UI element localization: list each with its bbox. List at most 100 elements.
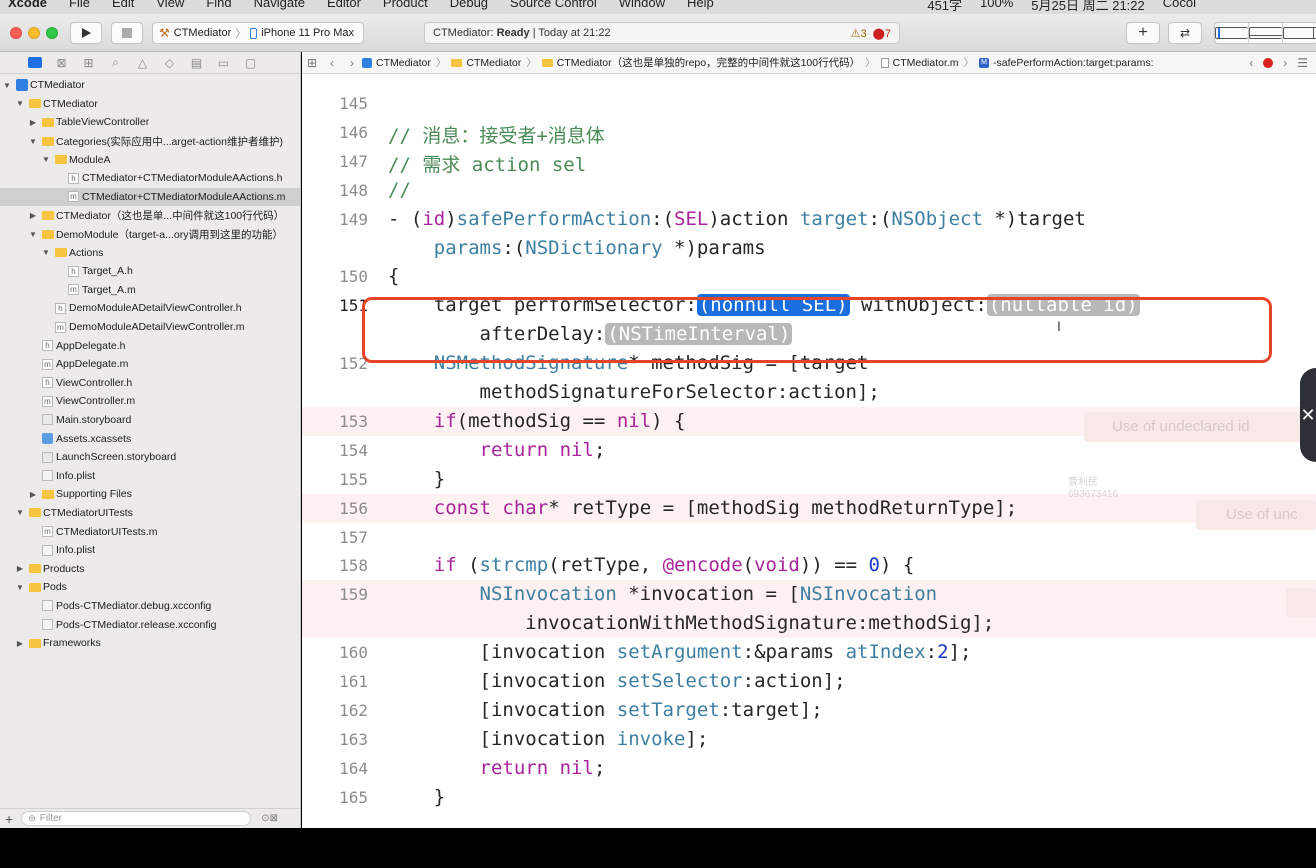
file-tree-row[interactable]: ▼ Actions xyxy=(0,243,300,262)
previous-issue-button[interactable]: ‹ xyxy=(1249,56,1253,70)
code-line[interactable]: 157 xyxy=(302,523,1316,552)
file-tree-row[interactable]: ▶ CTMediator（这也是单...中间件就这100行代码） xyxy=(0,206,300,225)
menu-item[interactable]: Debug xyxy=(450,0,488,10)
warning-badge[interactable]: ⚠3 xyxy=(851,27,867,40)
breadcrumb-item[interactable]: M -safePerformAction:target:params: xyxy=(979,57,1154,69)
breadcrumb-item[interactable]: CTMediator xyxy=(362,57,431,69)
breadcrumb-item[interactable]: CTMediator.m xyxy=(880,57,959,69)
menu-item[interactable]: File xyxy=(69,0,90,10)
code-review-button[interactable]: ⇄ xyxy=(1168,22,1202,44)
toggle-navigator-button[interactable] xyxy=(1215,23,1249,43)
menu-item[interactable]: Navigate xyxy=(254,0,305,10)
menu-item[interactable]: Editor xyxy=(327,0,361,10)
breadcrumb-item[interactable]: CTMediator xyxy=(451,57,521,69)
code-line[interactable]: 148 // xyxy=(302,176,1316,205)
line-number[interactable]: 160 xyxy=(302,643,368,662)
disclosure-open-icon[interactable]: ▼ xyxy=(16,508,24,517)
file-tree-row[interactable]: m Target_A.m xyxy=(0,281,300,300)
disclosure-closed-icon[interactable]: ▶ xyxy=(16,564,24,573)
line-number[interactable]: 157 xyxy=(302,528,368,547)
line-number[interactable]: 155 xyxy=(302,470,368,489)
source-control-icon[interactable]: ⊠ xyxy=(54,56,69,70)
file-tree-row[interactable]: ▼ Categories(实际应用中...arget-action维护者维护) xyxy=(0,132,300,151)
code-line[interactable]: 159 NSInvocation *invocation = [NSInvoca… xyxy=(302,580,1316,610)
file-tree-row[interactable]: h ViewController.h xyxy=(0,374,300,393)
file-tree-row[interactable]: h Target_A.h xyxy=(0,262,300,281)
code-line[interactable]: 156 const char* retType = [methodSig met… xyxy=(302,493,1316,523)
file-tree-row[interactable]: Main.storyboard xyxy=(0,411,300,430)
run-button[interactable] xyxy=(70,22,102,44)
file-tree-row[interactable]: m ViewController.m xyxy=(0,392,300,411)
disclosure-open-icon[interactable]: ▼ xyxy=(29,137,37,146)
line-number[interactable]: 154 xyxy=(302,441,368,460)
toggle-inspector-button[interactable] xyxy=(1283,23,1316,43)
disclosure-open-icon[interactable]: ▼ xyxy=(3,81,11,90)
line-number[interactable]: 147 xyxy=(302,152,368,171)
code-line[interactable]: params:(NSDictionary *)params xyxy=(302,234,1316,263)
code-line[interactable]: 162 [invocation setTarget:target]; xyxy=(302,696,1316,725)
code-line[interactable]: 146 // 消息：接受者+消息体 xyxy=(302,118,1316,147)
menu-item[interactable]: Edit xyxy=(112,0,134,10)
minimize-window-button[interactable] xyxy=(28,27,40,39)
editor-options-icon[interactable]: ☰ xyxy=(1297,56,1308,70)
code-line[interactable]: afterDelay: (NSTimeInterval) xyxy=(302,320,1316,349)
line-number[interactable]: 150 xyxy=(302,267,368,286)
code-line[interactable]: 149 - (id)safePerformAction:(SEL)action t… xyxy=(302,205,1316,234)
file-tree-row[interactable]: ▶ Products xyxy=(0,559,300,578)
code-line[interactable]: 164 return nil; xyxy=(302,754,1316,783)
file-tree-row[interactable]: ▶ Frameworks xyxy=(0,634,300,653)
code-line[interactable]: invocationWithMethodSignature:methodSig]… xyxy=(302,609,1316,639)
code-line[interactable]: 165 } xyxy=(302,783,1316,812)
scheme-selector[interactable]: ⚒ CTMediator 〉 iPhone 11 Pro Max xyxy=(152,22,364,44)
file-tree-row[interactable]: m CTMediator+CTMediatorModuleAActions.m xyxy=(0,187,300,207)
line-number[interactable]: 162 xyxy=(302,701,368,720)
code-line[interactable]: 150 { xyxy=(302,262,1316,291)
code-line[interactable]: 163 [invocation invoke]; xyxy=(302,725,1316,754)
line-number[interactable]: 156 xyxy=(302,499,368,518)
line-number[interactable]: 152 xyxy=(302,354,368,373)
filter-input[interactable]: ⊜ Filter xyxy=(21,811,252,826)
code-line[interactable]: 161 [invocation setSelector:action]; xyxy=(302,667,1316,696)
line-number[interactable]: 153 xyxy=(302,412,368,431)
code-line[interactable]: methodSignatureForSelector:action]; xyxy=(302,378,1316,407)
search-icon[interactable]: ⌕ xyxy=(108,55,123,70)
file-tree-row[interactable]: LaunchScreen.storyboard xyxy=(0,448,300,467)
disclosure-open-icon[interactable]: ▼ xyxy=(16,583,24,592)
back-button[interactable]: ‹ xyxy=(322,56,342,70)
file-tree-row[interactable]: ▼ CTMediator xyxy=(0,76,300,95)
file-tree-row[interactable]: Info.plist xyxy=(0,466,300,485)
error-badge[interactable]: ⬤7 xyxy=(873,27,891,40)
code-line[interactable]: 152 NSMethodSignature* methodSig = [targ… xyxy=(302,349,1316,378)
file-tree-row[interactable]: m DemoModuleADetailViewController.m xyxy=(0,318,300,337)
menu-item[interactable]: Window xyxy=(619,0,665,10)
line-number[interactable]: 145 xyxy=(302,94,368,113)
disclosure-closed-icon[interactable]: ▶ xyxy=(29,118,37,127)
file-tree-row[interactable]: Pods-CTMediator.debug.xcconfig xyxy=(0,597,300,616)
file-tree-row[interactable]: ▼ ModuleA xyxy=(0,150,300,169)
breadcrumb-item[interactable]: CTMediator（这也是单独的repo，完整的中间件就这100行代码） xyxy=(541,55,860,70)
file-tree-row[interactable]: h CTMediator+CTMediatorModuleAActions.h xyxy=(0,169,300,188)
file-tree-row[interactable]: ▶ TableViewController xyxy=(0,113,300,132)
code-line[interactable]: 145 xyxy=(302,89,1316,118)
menu-item[interactable]: Find xyxy=(206,0,231,10)
disclosure-closed-icon[interactable]: ▶ xyxy=(29,490,37,499)
file-tree-row[interactable]: m AppDelegate.m xyxy=(0,355,300,374)
code-line[interactable]: 151 target performSelector: (nonnull SEL)… xyxy=(302,291,1316,320)
disclosure-closed-icon[interactable]: ▶ xyxy=(16,639,24,648)
breakpoint-icon[interactable]: ▭ xyxy=(216,56,231,70)
menu-app-name[interactable]: Xcode xyxy=(8,0,47,10)
line-number[interactable]: 146 xyxy=(302,123,368,142)
line-number[interactable]: 163 xyxy=(302,730,368,749)
filter-options-icon[interactable]: ⊙⊠ xyxy=(261,813,278,824)
file-tree-row[interactable]: m CTMediatorUITests.m xyxy=(0,522,300,541)
line-number[interactable]: 148 xyxy=(302,181,368,200)
disclosure-open-icon[interactable]: ▼ xyxy=(29,230,37,239)
file-tree-row[interactable]: Assets.xcassets xyxy=(0,429,300,448)
menu-item[interactable]: Product xyxy=(383,0,428,10)
close-window-button[interactable] xyxy=(10,27,22,39)
file-tree-row[interactable]: ▼ Pods xyxy=(0,578,300,597)
side-panel-handle[interactable]: ✕ xyxy=(1300,368,1316,462)
issue-icon[interactable]: △ xyxy=(135,56,150,70)
stop-button[interactable] xyxy=(111,22,143,44)
code-line[interactable]: 147 // 需求 action sel xyxy=(302,147,1316,176)
